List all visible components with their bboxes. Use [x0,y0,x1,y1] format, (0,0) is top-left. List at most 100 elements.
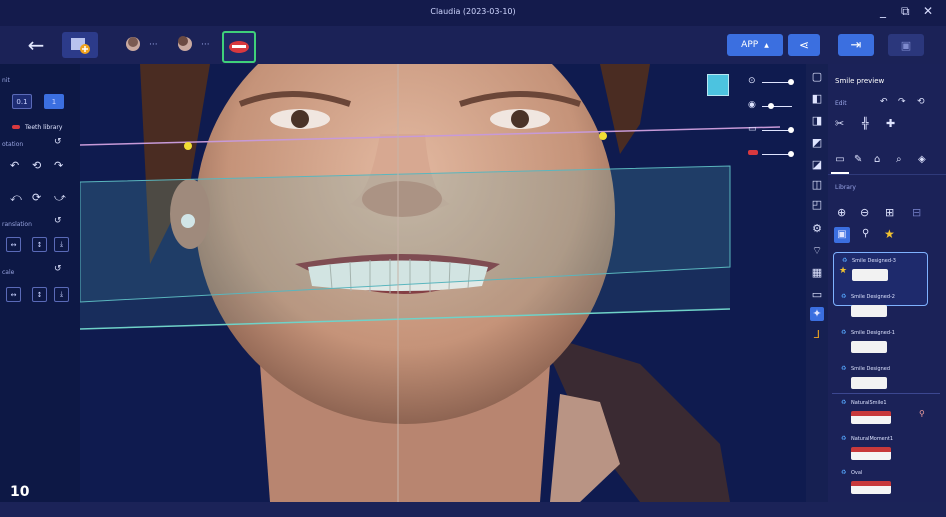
scale-width-button[interactable]: ↔ [6,287,21,302]
split-icon[interactable]: ╬ [862,117,869,130]
zoom-out-icon[interactable]: ⊖ [860,206,869,219]
tab-brush[interactable]: ✎ [854,154,862,165]
import-icon[interactable]: ⊞ [885,206,894,219]
export-button[interactable]: ⇥ [838,34,874,56]
reset-scale-icon[interactable]: ↺ [54,264,62,274]
3d-viewport[interactable]: ⊙ ◉ ▭ [80,64,806,502]
panel-title: Smile preview [835,77,885,85]
cut-icon[interactable]: ✂ [835,117,844,130]
rotate-right-icon[interactable]: ↷ [54,159,63,172]
scale-depth-button[interactable]: ⤓ [54,287,69,302]
tab-tray[interactable]: ⌂ [874,154,880,165]
export-icon[interactable]: ⊟ [912,206,921,219]
tooth-section-icon[interactable]: ◨ [810,114,824,128]
pin-icon[interactable]: ⚲ [919,409,925,418]
lips-icon [748,150,758,155]
scale-label: cale [2,269,15,276]
recycle-icon: ♻ [841,329,847,336]
app-button[interactable]: APP ▲ [727,34,783,56]
monitor-icon[interactable]: ▭ [810,288,824,302]
card-title: Smile Designed-3 [852,258,896,264]
tool-strip: ▢ ◧ ◨ ◩ ◪ ◫ ◰ ⚙ ⌔ ▦ ▭ ✦ ⅃ [806,64,828,502]
midline-icon[interactable]: ✚ [886,117,895,130]
lip-line-icon[interactable]: ⌔ [810,244,824,258]
unit-option-0-1[interactable]: 0.1 [12,94,32,109]
color-swatch[interactable] [707,74,729,96]
tooth-upper-icon[interactable]: ◪ [810,158,824,172]
move-depth-button[interactable]: ⤓ [54,237,69,252]
translation-label: ranslation [2,221,32,228]
face-opacity-slider[interactable]: ⊙ [748,76,798,89]
share-icon: ⋖ [798,38,810,52]
share-button[interactable]: ⋖ [788,34,820,56]
window-title: Claudia (2023-03-10) [430,7,516,16]
card-title: Oval [851,470,863,476]
tab-search[interactable]: ⌕ [896,154,902,165]
reset-icon[interactable]: ⟲ [917,97,925,107]
tooth-both-icon[interactable]: ◰ [810,198,824,212]
tilt-left-icon[interactable]: ⤺ [10,191,22,205]
teeth-icon: ▭ [748,124,757,134]
zoom-in-icon[interactable]: ⊕ [837,206,846,219]
reset-translation-icon[interactable]: ↺ [54,216,62,226]
filter-user-icon[interactable]: ⚲ [862,228,869,239]
add-project-button[interactable] [62,32,98,58]
figure-label: 10 [10,484,30,500]
smile-view-button[interactable] [222,31,256,63]
lips-opacity-slider[interactable] [748,149,798,161]
tooth-solid-icon[interactable]: ◧ [810,92,824,106]
file-add-icon [71,38,90,54]
face-scan-front-icon[interactable] [120,32,146,58]
back-arrow-icon[interactable]: ← [24,33,48,57]
undo-icon[interactable]: ↶ [880,97,888,107]
eye-icon: ◉ [748,100,756,110]
move-vertical-button[interactable]: ↕ [32,237,47,252]
rotation-label: otation [2,141,24,148]
redo-icon[interactable]: ↷ [898,97,906,107]
card-title: Smile Designed-1 [851,330,895,336]
lips-thumbnail [851,411,891,424]
face-scan-side-icon[interactable] [172,32,198,58]
recycle-icon: ♻ [841,469,847,476]
minimize-icon[interactable]: _ [880,4,886,18]
face-scan-render [80,64,781,502]
settings-icon[interactable]: ⚙ [810,222,824,236]
library-card-oval[interactable]: ♻ Oval [833,465,926,517]
tooth-lower-icon[interactable]: ◫ [810,178,824,192]
save-icon: ▣ [900,38,912,52]
tilt-center-icon[interactable]: ⟳ [32,191,41,204]
rotate-left-icon[interactable]: ↶ [10,159,19,172]
tab-teeth-library[interactable]: ▭ [831,154,849,174]
ellipsis-icon: ··· [149,40,158,50]
lips-icon [229,41,249,53]
tab-tooth[interactable]: ◈ [918,154,926,165]
teeth-thumbnail [851,377,887,389]
title-bar: Claudia (2023-03-10) _ ⧉ ✕ [0,0,946,26]
scale-height-button[interactable]: ↕ [32,287,47,302]
rotate-center-icon[interactable]: ⟲ [32,159,41,172]
filter-all-icon[interactable]: ▣ [834,227,850,243]
card-title: Smile Designed [851,366,891,372]
card-title: NaturalMoment1 [851,436,894,442]
midline-tool-icon[interactable]: ✦ [810,307,824,321]
tilt-right-icon[interactable]: ⤻ [54,191,66,205]
tooth-outline-icon[interactable]: ▢ [810,70,824,84]
teeth-opacity-slider[interactable]: ▭ [748,124,798,137]
panel-tabs: ▭ ✎ ⌂ ⌕ ◈ [828,154,946,175]
grid-icon[interactable]: ▦ [810,266,824,280]
unit-option-1[interactable]: 1 [44,94,64,109]
favorite-star-icon: ★ [839,266,848,276]
axis-icon[interactable]: ⅃ [810,328,824,342]
move-horizontal-button[interactable]: ↔ [6,237,21,252]
card-title: Smile Designed-2 [851,294,895,300]
restore-icon[interactable]: ⧉ [901,4,910,19]
tooth-model-icon[interactable]: ◩ [810,136,824,150]
eyes-opacity-slider[interactable]: ◉ [748,100,798,113]
close-icon[interactable]: ✕ [923,4,933,18]
edit-label: Edit [835,100,847,107]
favorites-star-icon[interactable]: ★ [884,227,895,241]
save-button[interactable]: ▣ [888,34,924,56]
unit-label: nit [2,77,10,84]
recycle-icon: ♻ [841,399,847,406]
reset-rotation-icon[interactable]: ↺ [54,137,62,147]
